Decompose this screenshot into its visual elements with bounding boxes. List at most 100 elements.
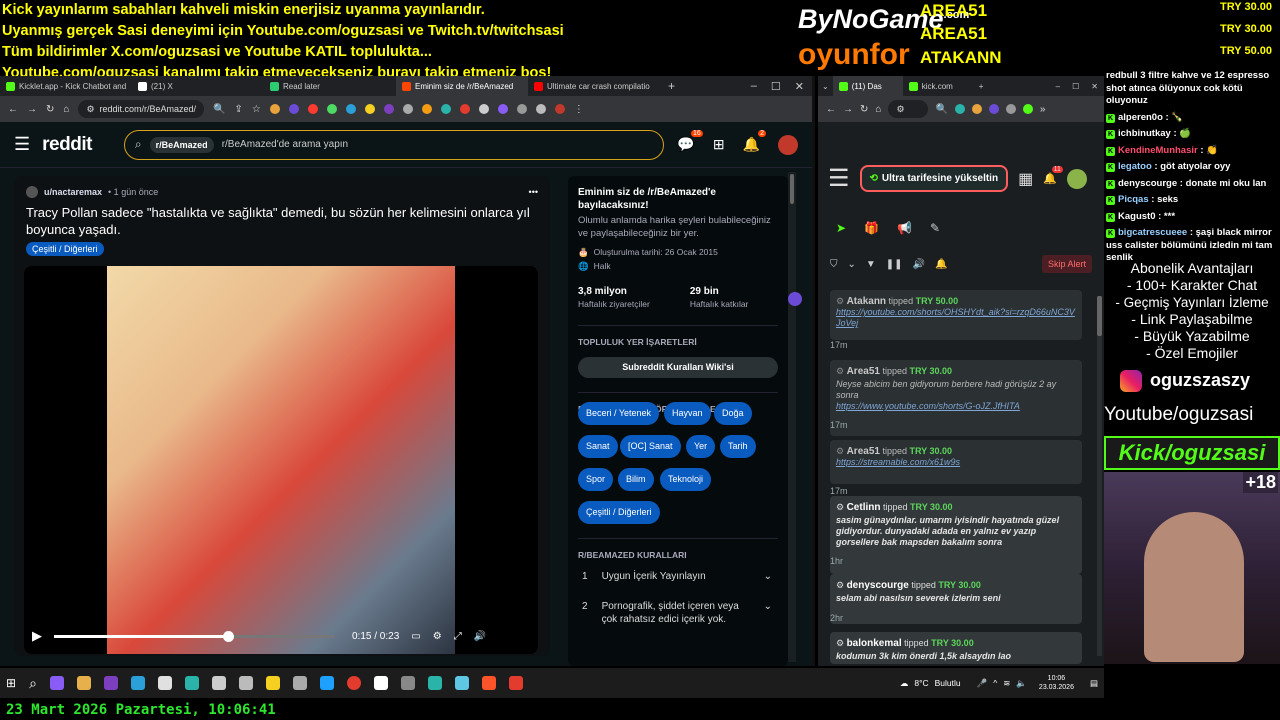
chrome-icon[interactable] (346, 676, 361, 690)
extension-icon[interactable] (269, 104, 280, 114)
extension-icon[interactable] (440, 104, 451, 114)
speaker-icon[interactable]: 🔈 (1016, 678, 1027, 689)
extension-icon[interactable] (1022, 104, 1033, 114)
taskbar-app-icon[interactable] (76, 676, 91, 690)
search-icon[interactable]: ⌕ (29, 675, 37, 692)
chevron-down-icon[interactable]: ⌄ (764, 600, 772, 626)
weather-temp[interactable]: 8°C (914, 678, 928, 688)
back-icon[interactable]: ← (826, 104, 836, 115)
address-bar[interactable]: ⚙ reddit.com/r/BeAmazed/ (78, 100, 205, 118)
forward-icon[interactable]: → (843, 104, 853, 115)
extension-icon[interactable] (307, 104, 318, 114)
share-icon[interactable]: ⇪ (235, 104, 243, 115)
video-progress-handle[interactable] (222, 630, 234, 642)
bell-icon[interactable]: 🔔 (935, 259, 947, 270)
minimize-icon[interactable]: – (1056, 82, 1060, 91)
hamburger-menu-icon[interactable]: ☰ (14, 134, 30, 155)
tipper-name[interactable]: Cetlinn (847, 502, 881, 513)
volume-icon[interactable]: 🔊 (474, 631, 486, 642)
video-progress-track[interactable] (54, 630, 334, 642)
taskbar-app-icon[interactable] (427, 676, 442, 690)
kick-scrollbar[interactable] (1097, 296, 1102, 656)
gift-icon[interactable]: 🎁 (864, 221, 879, 235)
chevron-down-icon[interactable]: ⌄ (764, 570, 772, 583)
floating-widget-icon[interactable] (788, 292, 802, 306)
weather-text[interactable]: Bulutlu (935, 678, 961, 688)
weather-icon[interactable]: ☁ (900, 678, 909, 689)
extension-icon[interactable] (459, 104, 470, 114)
post-flair[interactable]: Çeşitli / Diğerleri (26, 242, 104, 256)
tipper-name[interactable]: Atakann (847, 296, 886, 307)
minimize-icon[interactable]: – (751, 80, 757, 93)
taskbar-app-icon[interactable] (103, 676, 118, 690)
tray-mic-icon[interactable]: 🎤 (977, 678, 988, 689)
taskbar-app-icon[interactable] (373, 676, 388, 690)
taskbar-app-icon[interactable] (184, 676, 199, 690)
browser-tab[interactable]: Read later (264, 76, 396, 96)
megaphone-icon[interactable]: 📢 (897, 221, 912, 235)
chat-icon[interactable]: 💬 16 (677, 130, 703, 153)
flair-pill[interactable]: Doğa (714, 402, 752, 425)
hamburger-menu-icon[interactable]: ☰ (828, 164, 850, 193)
browser-tab[interactable]: Ultimate car crash compilatio (528, 76, 660, 96)
browser-more-icon[interactable]: » (1040, 104, 1046, 115)
page-scrollbar[interactable] (788, 172, 796, 662)
new-tab-icon[interactable]: + (973, 82, 990, 91)
extension-icon[interactable] (971, 104, 982, 114)
flair-pill[interactable]: Teknoloji (660, 468, 712, 491)
zoom-icon[interactable]: 🔍 (935, 104, 947, 115)
address-bar[interactable]: ⚙ (888, 100, 929, 118)
flair-pill[interactable]: Bilim (618, 468, 654, 491)
extension-icon[interactable] (478, 104, 489, 114)
back-icon[interactable]: ← (8, 104, 18, 115)
taskbar-app-icon[interactable] (454, 676, 469, 690)
browser-tab[interactable]: kick.com (903, 76, 973, 96)
post-title[interactable]: Tracy Pollan sadece "hastalıkta ve sağlı… (14, 204, 550, 238)
extension-icon[interactable] (516, 104, 527, 114)
tip-link[interactable]: https://www.youtube.com/shorts/G-oJZ.JfH… (836, 401, 1076, 412)
new-tab-icon[interactable]: + (668, 79, 675, 93)
create-post-icon[interactable]: ⊞ (713, 136, 725, 153)
upgrade-ultra-button[interactable]: ⟲ Ultra tarifesine yükseltin (859, 165, 1009, 192)
taskbar-app-icon[interactable] (400, 676, 415, 690)
subreddit-chip[interactable]: r/BeAmazed (149, 136, 214, 153)
taskbar-app-icon[interactable] (265, 676, 280, 690)
flair-pill[interactable]: Hayvan (664, 402, 711, 425)
filter-icon[interactable]: ▼ (866, 259, 876, 270)
extension-icon[interactable] (421, 104, 432, 114)
video-player[interactable]: ▶ 0:15 / 0:23 ▭ ⚙ ⤢ 🔊 (24, 266, 538, 654)
chevron-down-icon[interactable]: ⌄ (848, 259, 856, 270)
post-more-icon[interactable]: ••• (529, 187, 538, 197)
taskbar-app-icon[interactable] (238, 676, 253, 690)
user-avatar[interactable] (1066, 168, 1087, 189)
tipper-name[interactable]: Area51 (847, 366, 880, 377)
reload-icon[interactable]: ↻ (46, 104, 54, 115)
tip-link[interactable]: https://streamable.com/x61w9s (836, 457, 1076, 468)
browser-tab-active[interactable]: (11) Das (832, 76, 903, 96)
flair-pill[interactable]: Tarih (720, 435, 756, 458)
taskbar-app-icon[interactable] (157, 676, 172, 690)
wiki-rules-button[interactable]: Subreddit Kuralları Wiki'si (578, 357, 778, 378)
reddit-search-input[interactable]: ⌕ r/BeAmazed r/BeAmazed'de arama yapın (123, 129, 664, 160)
pen-icon[interactable]: ✎ (930, 221, 940, 235)
extension-icon[interactable] (535, 104, 546, 114)
play-icon[interactable]: ▶ (32, 628, 42, 644)
notification-bell-icon[interactable]: 🔔 11 (1043, 166, 1063, 185)
shield-icon[interactable]: ⛉ (830, 259, 838, 270)
maximize-icon[interactable]: ☐ (771, 80, 781, 93)
apps-grid-icon[interactable]: ▦ (1018, 169, 1033, 189)
flair-pill[interactable]: Yer (686, 435, 716, 458)
settings-gear-icon[interactable]: ⚙ (433, 631, 442, 642)
captions-icon[interactable]: ▭ (411, 631, 420, 642)
browser-menu-icon[interactable]: ⋮ (574, 104, 584, 115)
flair-pill[interactable]: Çeşitli / Diğerleri (578, 501, 660, 524)
tipper-name[interactable]: balonkemal (847, 638, 902, 649)
tray-expand-icon[interactable]: ^ (993, 678, 997, 688)
tip-link[interactable]: https://youtube.com/shorts/OHSHYdt_aik?s… (836, 307, 1076, 329)
tab-list-icon[interactable]: ⌄ (818, 82, 833, 91)
notification-bell-icon[interactable]: 🔔 2 (743, 130, 766, 153)
close-window-icon[interactable]: ✕ (1091, 82, 1098, 91)
browser-tab[interactable]: Kicklet.app - Kick Chatbot and (0, 76, 132, 96)
reddit-logo[interactable]: reddit (42, 134, 92, 156)
flair-pill[interactable]: Sanat (578, 435, 618, 458)
